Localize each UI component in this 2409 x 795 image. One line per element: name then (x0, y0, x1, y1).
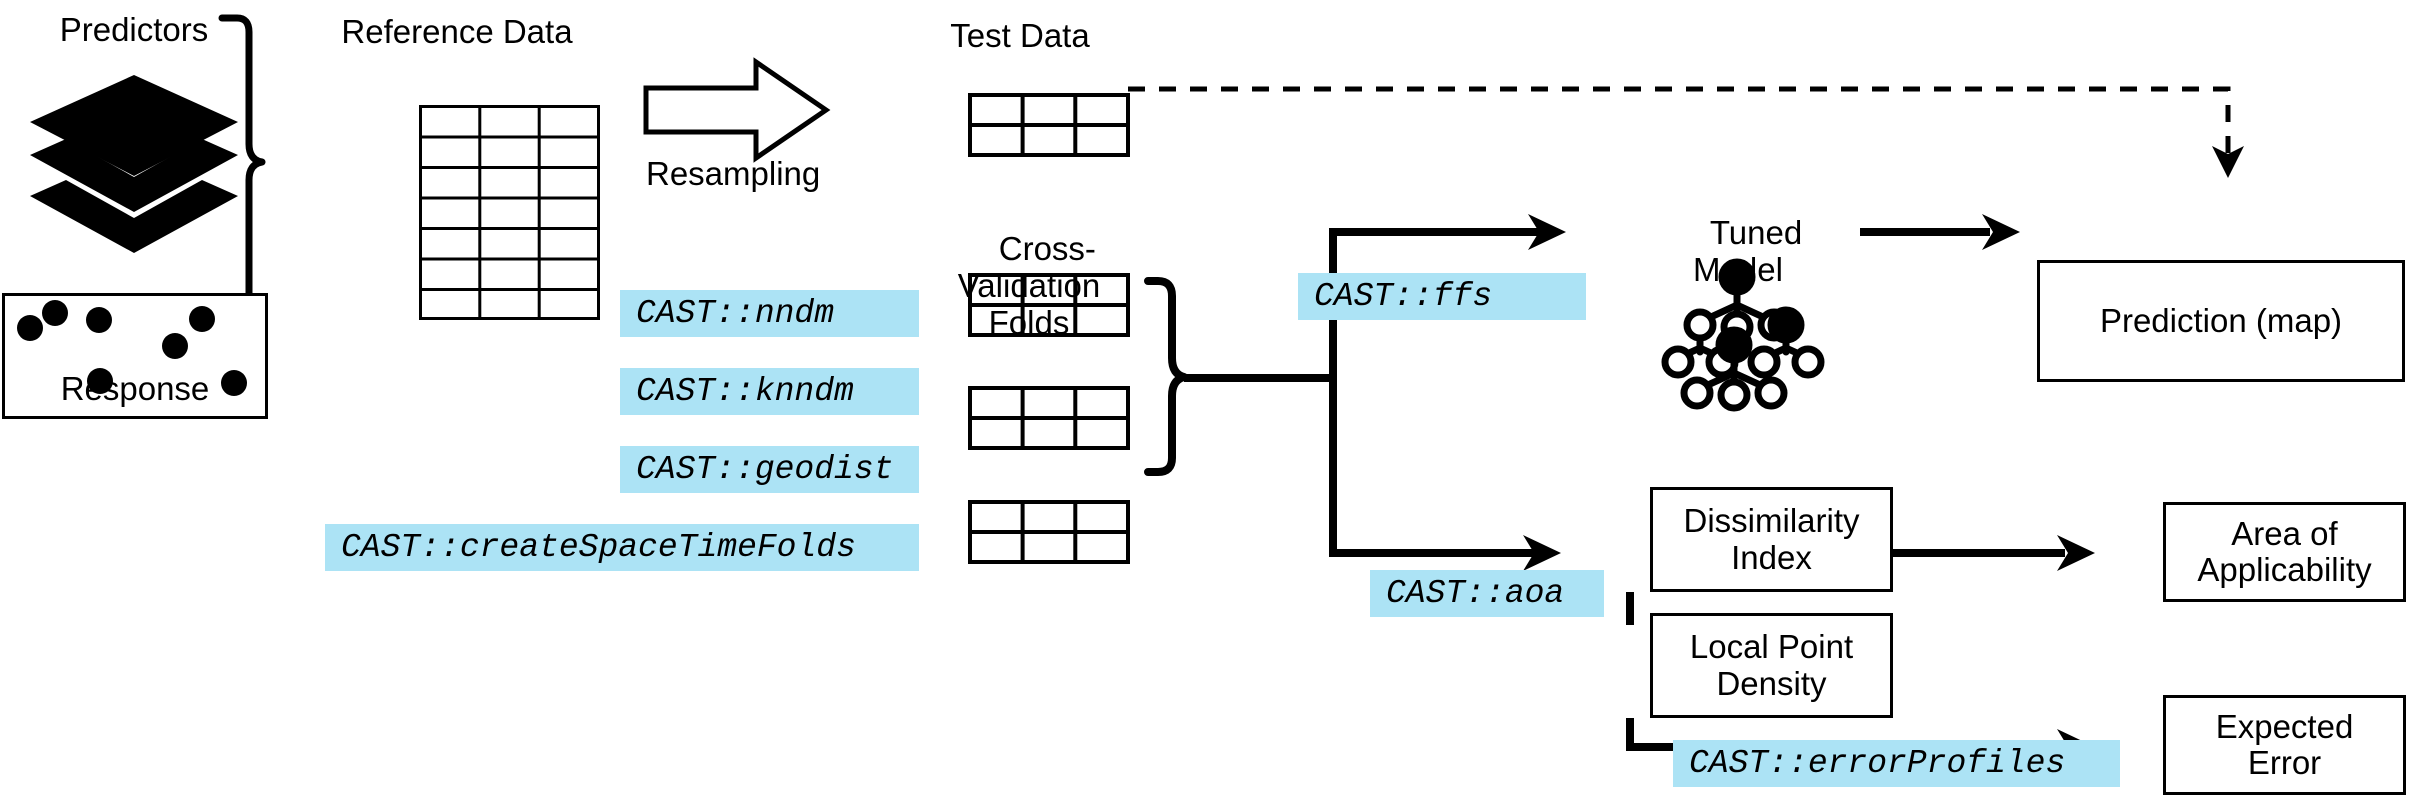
resampling-label: Resampling (646, 155, 821, 192)
test-data-label: Test Data (950, 17, 1090, 54)
response-label: Response (60, 370, 210, 407)
dissimilarity-index-label: Dissimilarity Index (1683, 502, 1860, 576)
dissimilarity-index-box: Dissimilarity Index (1650, 487, 1893, 592)
block-arrow-right-icon (643, 57, 831, 163)
test-data-table (968, 93, 1130, 157)
reference-data-grid (419, 105, 600, 320)
tuned-model-label: Tuned Model (1640, 178, 1836, 326)
prediction-box-label: Prediction (map) (2099, 301, 2343, 339)
cv-fold-1 (968, 273, 1130, 337)
left-brace (218, 14, 266, 312)
prediction-box: Prediction (map) (2037, 260, 2405, 382)
code-label-nndm[interactable]: CAST::nndm (620, 290, 919, 337)
local-point-density-label: Local Point Density (1689, 628, 1854, 702)
cv-fold-1-grid (968, 273, 1130, 337)
code-label-aoa[interactable]: CAST::aoa (1370, 570, 1604, 617)
reference-data-label: Reference Data (341, 13, 573, 50)
diagram-vector-layer (30, 14, 2244, 765)
cv-fold-2-grid (968, 386, 1130, 450)
reference-data-table (419, 105, 600, 320)
code-label-ffs[interactable]: CAST::ffs (1298, 273, 1586, 320)
diagram-canvas: Predictors Response Reference Data Resam… (0, 0, 2409, 795)
code-label-knndm[interactable]: CAST::knndm (620, 368, 919, 415)
cv-fold-3 (968, 500, 1130, 564)
code-label-error-profiles[interactable]: CAST::errorProfiles (1673, 740, 2120, 787)
tuned-model-label-text: Tuned Model (1693, 213, 1803, 288)
cv-fold-3-grid (968, 500, 1130, 564)
code-label-geodist[interactable]: CAST::geodist (620, 446, 919, 493)
test-data-to-prediction-dashed-line (1128, 86, 2231, 160)
expected-error-label: Expected Error (2215, 707, 2354, 781)
code-label-create-space-time-folds[interactable]: CAST::createSpaceTimeFolds (325, 524, 919, 571)
cv-fold-2 (968, 386, 1130, 450)
layers-stack-icon (30, 75, 238, 253)
test-data-grid (968, 93, 1130, 157)
local-point-density-box: Local Point Density (1650, 613, 1893, 718)
area-of-applicability-label: Area of Applicability (2197, 514, 2372, 588)
area-of-applicability-box: Area of Applicability (2163, 502, 2406, 602)
expected-error-box: Expected Error (2163, 695, 2406, 795)
